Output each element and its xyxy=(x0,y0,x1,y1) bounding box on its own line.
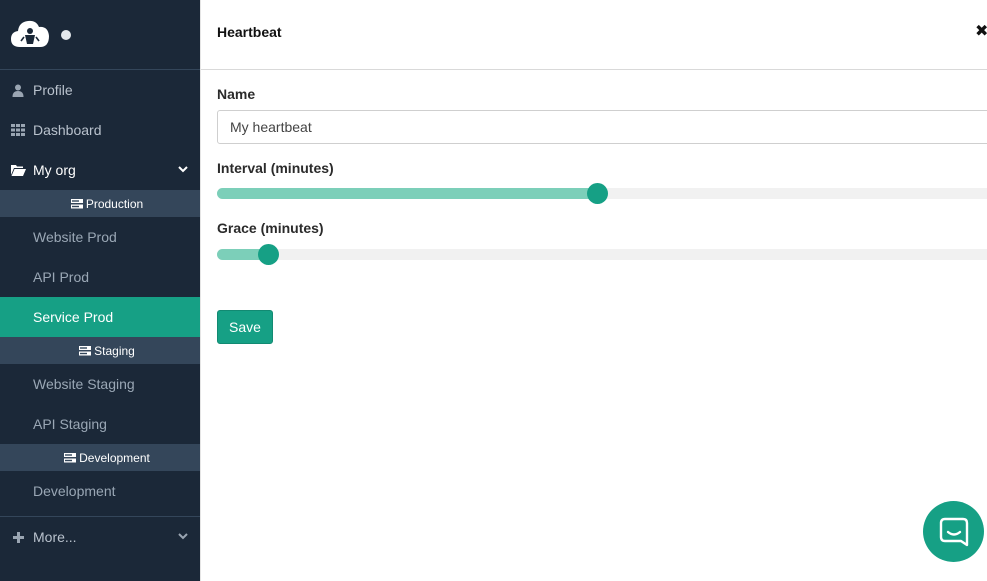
nav-item-api-staging[interactable]: API Staging xyxy=(0,404,200,444)
folder-open-icon xyxy=(10,163,26,177)
nav-item-label: My org xyxy=(33,162,76,178)
group-header-label: Staging xyxy=(94,343,135,358)
nav-item-website-prod[interactable]: Website Prod xyxy=(0,217,200,257)
nav-item-api-prod[interactable]: API Prod xyxy=(0,257,200,297)
interval-slider[interactable] xyxy=(217,183,987,204)
slider-fill xyxy=(217,188,597,199)
panel-title: Heartbeat xyxy=(217,24,282,40)
nav-item-more[interactable]: More... xyxy=(0,517,200,557)
panel-header: Heartbeat ✖ xyxy=(201,0,987,70)
nav-item-label: Dashboard xyxy=(33,122,102,138)
nav-item-label: More... xyxy=(33,529,77,545)
name-input[interactable] xyxy=(217,110,987,144)
cloud-logo-icon[interactable] xyxy=(10,17,50,49)
user-icon xyxy=(10,83,26,97)
online-dot-icon xyxy=(61,30,71,40)
chat-bubble-icon xyxy=(939,517,968,546)
grace-slider[interactable] xyxy=(217,244,987,265)
sidebar: Profile Dashboard My org Production Webs… xyxy=(0,0,200,581)
interval-label: Interval (minutes) xyxy=(217,160,334,176)
chevron-down-icon xyxy=(178,533,188,540)
nav-item-my-org[interactable]: My org xyxy=(0,150,200,190)
save-button[interactable]: Save xyxy=(217,310,273,344)
nav-item-profile[interactable]: Profile xyxy=(0,70,200,110)
nav-item-dashboard[interactable]: Dashboard xyxy=(0,110,200,150)
chevron-down-icon xyxy=(178,166,188,173)
chat-launcher-button[interactable] xyxy=(923,501,984,562)
close-icon[interactable]: ✖ xyxy=(975,24,987,40)
nav-item-website-staging[interactable]: Website Staging xyxy=(0,364,200,404)
server-icon xyxy=(64,452,77,462)
plus-icon xyxy=(10,530,26,544)
server-icon xyxy=(70,198,83,208)
grace-label: Grace (minutes) xyxy=(217,220,324,236)
nav-item-development[interactable]: Development xyxy=(0,471,200,511)
sidebar-header xyxy=(0,0,200,70)
nav-item-label: Profile xyxy=(33,82,73,98)
name-label: Name xyxy=(217,86,256,102)
group-header-development: Development xyxy=(0,444,200,471)
group-header-staging: Staging xyxy=(0,337,200,364)
nav-item-service-prod[interactable]: Service Prod xyxy=(0,297,200,337)
group-header-label: Development xyxy=(79,450,150,465)
group-header-production: Production xyxy=(0,190,200,217)
server-icon xyxy=(79,345,92,355)
slider-thumb[interactable] xyxy=(258,244,280,265)
heartbeat-panel: Heartbeat ✖ Name Interval (minutes) Grac… xyxy=(200,0,987,581)
slider-thumb[interactable] xyxy=(586,183,608,204)
grid-icon xyxy=(10,123,26,137)
slider-track xyxy=(217,249,987,260)
group-header-label: Production xyxy=(85,196,144,211)
